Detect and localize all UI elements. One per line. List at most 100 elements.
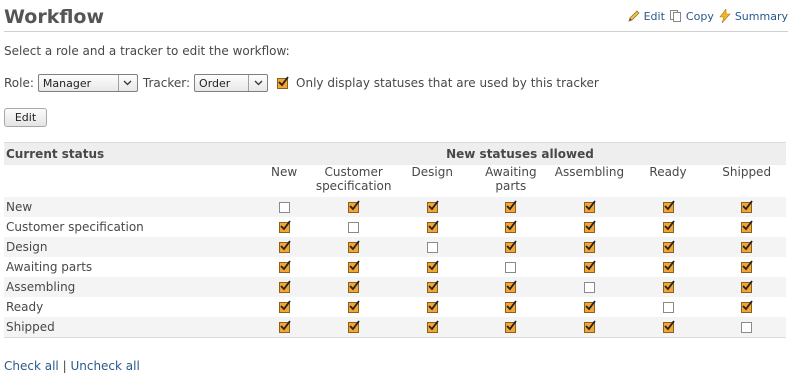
transition-checkbox[interactable] <box>426 220 439 233</box>
transition-checkbox[interactable] <box>583 320 596 333</box>
transition-cell <box>628 297 708 317</box>
transition-checkbox[interactable] <box>348 300 360 313</box>
summary-link-label: Summary <box>734 9 788 23</box>
transition-checkbox[interactable] <box>583 260 596 273</box>
transition-checkbox[interactable] <box>278 280 291 293</box>
transition-cell <box>550 217 629 237</box>
transition-checkbox[interactable] <box>505 220 518 233</box>
pencil-icon <box>627 10 640 22</box>
transition-cell <box>550 277 629 297</box>
transition-cell <box>471 217 551 237</box>
transition-checkbox[interactable] <box>741 220 753 233</box>
transition-checkbox[interactable] <box>348 280 360 293</box>
transition-checkbox[interactable] <box>741 200 753 213</box>
status-column-header: Awaiting parts <box>485 165 537 193</box>
transition-cell <box>471 317 551 338</box>
transition-checkbox[interactable] <box>662 320 675 333</box>
status-column-header: Design <box>411 165 453 179</box>
only-used-statuses-checkbox[interactable] <box>277 75 289 89</box>
transition-checkbox[interactable] <box>662 260 675 273</box>
transition-cell <box>550 197 629 217</box>
transition-checkbox[interactable] <box>583 300 596 313</box>
copy-link[interactable]: Copy <box>669 9 714 23</box>
role-select[interactable]: Manager <box>37 74 138 92</box>
transition-cell <box>392 217 472 237</box>
transition-checkbox[interactable] <box>278 240 291 253</box>
transition-checkbox[interactable] <box>348 260 360 273</box>
transition-checkbox[interactable] <box>741 240 753 253</box>
workflow-row: Ready <box>4 297 786 317</box>
transition-checkbox[interactable] <box>426 260 439 273</box>
transition-checkbox[interactable] <box>741 300 753 313</box>
current-status-name: Assembling <box>4 277 254 297</box>
transition-checkbox[interactable] <box>583 200 596 213</box>
transition-checkbox[interactable] <box>505 200 518 213</box>
transition-checkbox[interactable] <box>741 260 753 273</box>
transition-checkbox[interactable] <box>426 242 438 253</box>
transition-checkbox[interactable] <box>348 240 360 253</box>
transition-checkbox[interactable] <box>348 222 360 233</box>
transition-checkbox[interactable] <box>505 262 517 273</box>
transition-checkbox[interactable] <box>278 260 291 273</box>
intro-text: Select a role and a tracker to edit the … <box>4 44 290 58</box>
transition-cell <box>707 297 786 317</box>
workflow-table: Current status New statuses allowed New C… <box>4 142 786 338</box>
page-title: Workflow <box>4 6 105 28</box>
edit-link[interactable]: Edit <box>627 9 665 23</box>
workflow-row: Design <box>4 237 786 257</box>
transition-checkbox[interactable] <box>662 280 675 293</box>
transition-checkbox[interactable] <box>505 320 518 333</box>
transition-cell <box>392 297 472 317</box>
tracker-select[interactable]: Order <box>194 74 269 92</box>
summary-link[interactable]: Summary <box>718 9 788 23</box>
transition-cell <box>471 237 551 257</box>
only-used-statuses-label: Only display statuses that are used by t… <box>296 76 599 90</box>
transition-checkbox[interactable] <box>348 200 360 213</box>
uncheck-all-link[interactable]: Uncheck all <box>70 359 139 373</box>
transition-checkbox[interactable] <box>426 200 439 213</box>
transition-checkbox[interactable] <box>505 300 518 313</box>
workflow-row: Customer specification <box>4 217 786 237</box>
check-all-link[interactable]: Check all <box>4 359 59 373</box>
transition-checkbox[interactable] <box>278 202 290 213</box>
transition-checkbox[interactable] <box>662 200 675 213</box>
transition-checkbox[interactable] <box>741 280 753 293</box>
transition-checkbox[interactable] <box>278 320 291 333</box>
filters-bar: Role: Manager Tracker: Order Only displa… <box>4 73 599 93</box>
transition-checkbox[interactable] <box>426 300 439 313</box>
transition-checkbox[interactable] <box>741 322 753 333</box>
transition-checkbox[interactable] <box>505 240 518 253</box>
transition-cell <box>253 297 315 317</box>
transition-cell <box>253 197 315 217</box>
status-column-header: New <box>271 165 298 179</box>
transition-cell <box>314 217 393 237</box>
transition-cell <box>253 237 315 257</box>
transition-cell <box>392 277 472 297</box>
transition-checkbox[interactable] <box>278 300 291 313</box>
copy-icon <box>669 10 681 22</box>
transition-checkbox[interactable] <box>278 220 291 233</box>
transition-cell <box>392 197 472 217</box>
transition-checkbox[interactable] <box>662 240 675 253</box>
transition-checkbox[interactable] <box>583 240 596 253</box>
edit-button[interactable]: Edit <box>4 108 47 127</box>
transition-checkbox[interactable] <box>583 282 595 293</box>
current-status-name: Ready <box>4 297 254 317</box>
transition-checkbox[interactable] <box>426 280 439 293</box>
transition-cell <box>628 237 708 257</box>
transition-cell <box>471 257 551 277</box>
transition-cell <box>314 317 393 338</box>
check-links: Check all | Uncheck all <box>4 359 140 373</box>
transition-checkbox[interactable] <box>348 320 360 333</box>
transition-cell <box>253 317 315 338</box>
transition-checkbox[interactable] <box>426 320 439 333</box>
status-column-header: Assembling <box>554 165 625 179</box>
transition-checkbox[interactable] <box>583 220 596 233</box>
transition-checkbox[interactable] <box>662 220 675 233</box>
transition-checkbox[interactable] <box>662 302 674 313</box>
chevron-down-icon <box>117 75 137 91</box>
workflow-row: Assembling <box>4 277 786 297</box>
transition-checkbox[interactable] <box>505 280 518 293</box>
transition-cell <box>471 297 551 317</box>
transition-cell <box>471 277 551 297</box>
